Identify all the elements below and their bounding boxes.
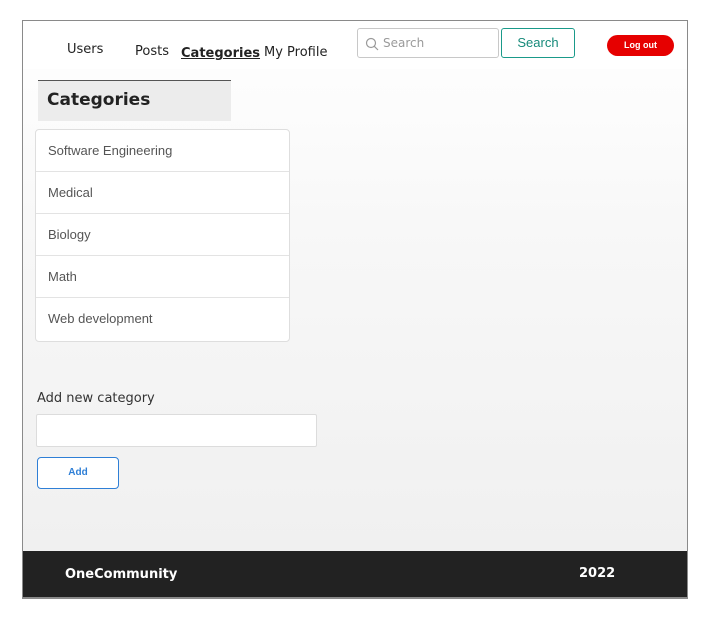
search-button[interactable]: Search — [501, 28, 575, 58]
logout-button[interactable]: Log out — [607, 35, 674, 56]
category-item-math[interactable]: Math — [36, 256, 289, 298]
search-icon — [365, 37, 379, 51]
top-navbar: Users Posts Categories My Profile Search… — [23, 21, 687, 69]
nav-link-posts[interactable]: Posts — [135, 44, 169, 59]
page-title: Categories — [38, 80, 231, 121]
add-category-input[interactable] — [36, 414, 317, 447]
app-window: Users Posts Categories My Profile Search… — [22, 20, 688, 599]
footer-year: 2022 — [579, 566, 616, 581]
footer-brand: OneCommunity — [65, 567, 178, 582]
nav-link-my-profile[interactable]: My Profile — [264, 45, 327, 60]
footer: OneCommunity 2022 — [23, 551, 687, 597]
nav-link-users[interactable]: Users — [67, 42, 103, 57]
category-item-biology[interactable]: Biology — [36, 214, 289, 256]
search-box — [357, 28, 499, 58]
add-category-label: Add new category — [37, 391, 155, 406]
category-item-software-engineering[interactable]: Software Engineering — [36, 130, 289, 172]
add-category-button[interactable]: Add — [37, 457, 119, 489]
search-input[interactable] — [383, 34, 493, 52]
category-item-web-development[interactable]: Web development — [36, 298, 289, 340]
nav-link-categories[interactable]: Categories — [181, 46, 260, 61]
category-item-medical[interactable]: Medical — [36, 172, 289, 214]
category-list: Software Engineering Medical Biology Mat… — [35, 129, 290, 342]
